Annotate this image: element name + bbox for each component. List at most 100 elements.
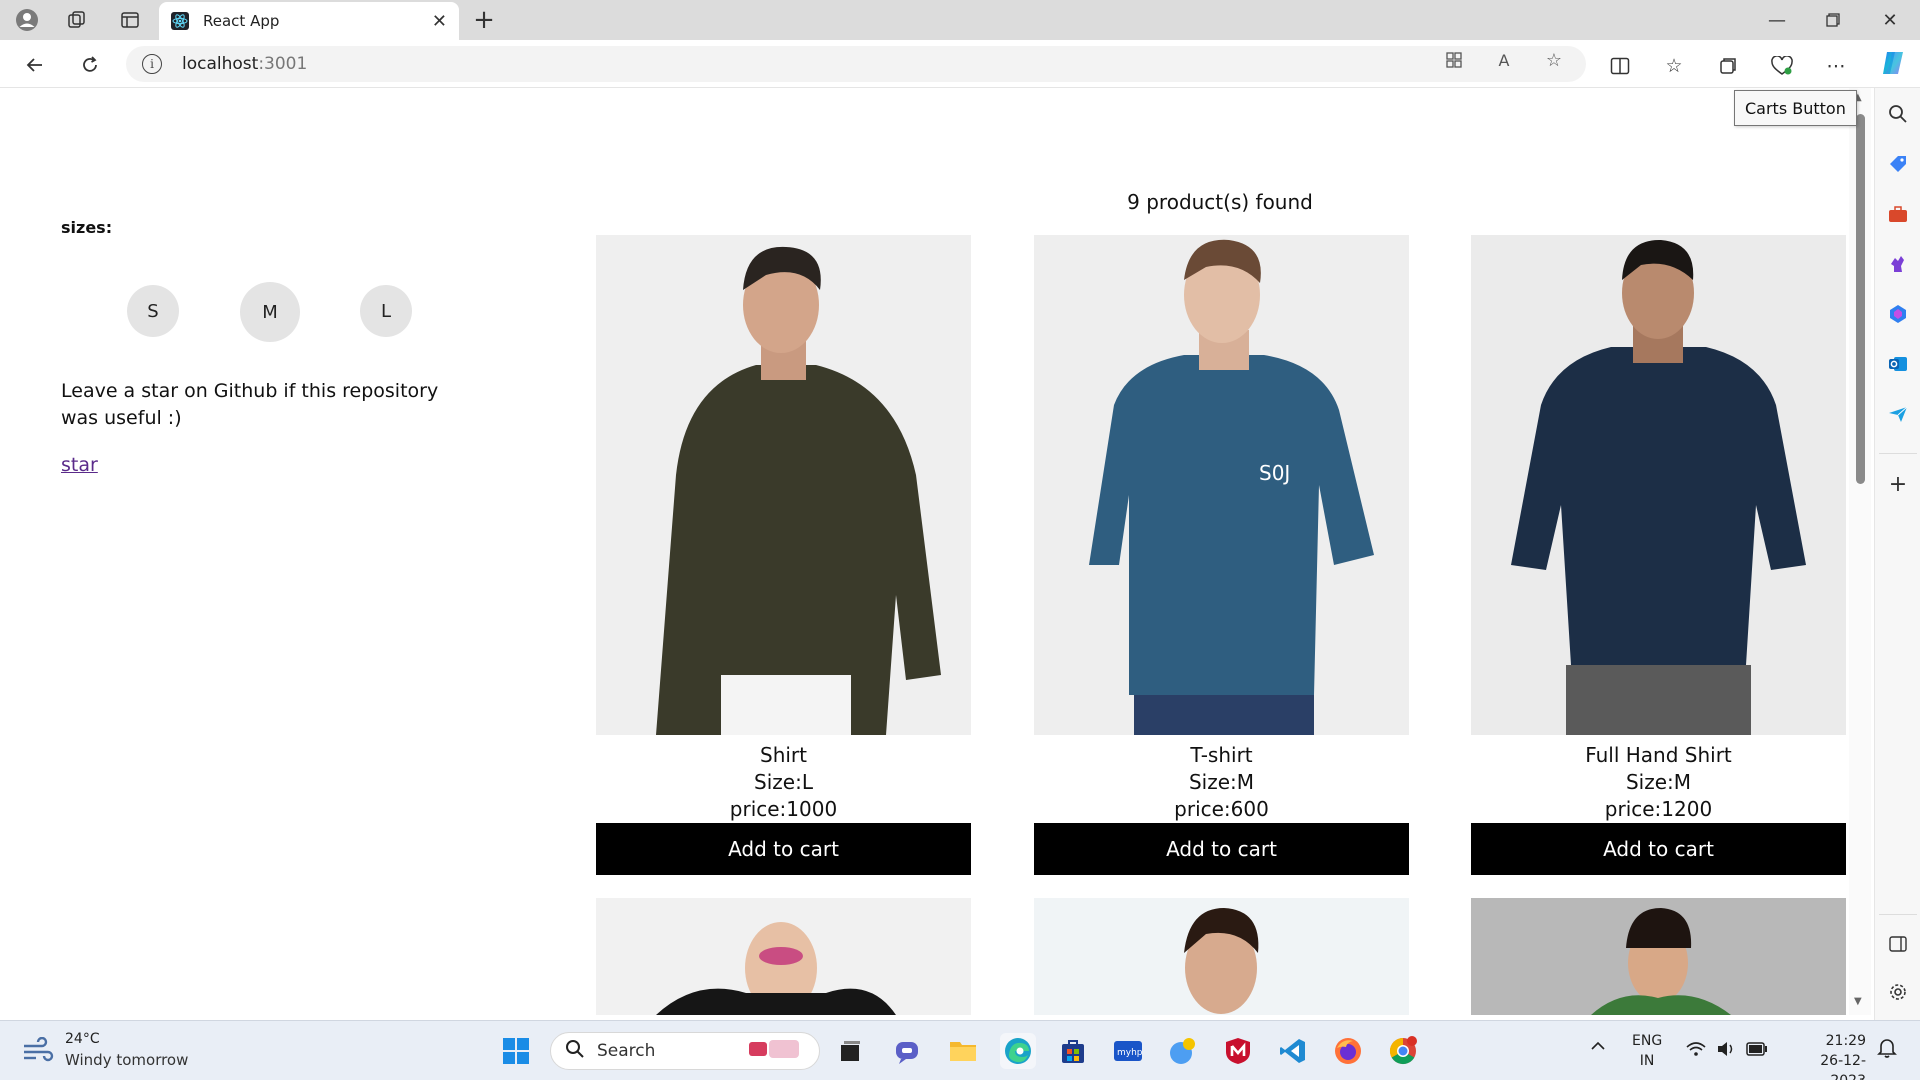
vscode-icon[interactable] [1275,1033,1311,1069]
add-to-cart-button[interactable]: Add to cart [596,823,971,875]
size-filter-s[interactable]: S [127,285,179,337]
clock-time: 21:29 [1825,1033,1866,1049]
product-card: S0J T-shirt Size:M price:600 Add to cart [1034,235,1409,875]
sidebar-settings-icon[interactable] [1886,980,1910,1004]
system-clock[interactable]: 21:29 26-12-2023 [1786,1031,1866,1080]
clock-date: 26-12-2023 [1820,1053,1866,1080]
scrollbar-thumb[interactable] [1856,114,1865,484]
copilot-icon[interactable] [1879,49,1907,77]
url-host: localhost [182,54,259,74]
wifi-icon[interactable] [1686,1041,1706,1061]
sidebar-divider [1879,453,1917,454]
product-size: Size:L [754,770,813,794]
product-price: price:1200 [1604,797,1713,821]
sidebar-divider [1879,914,1917,915]
search-highlight-icon [745,1036,805,1066]
taskbar-search[interactable]: Search [550,1032,820,1070]
product-image-partial [596,898,971,1015]
weather-description[interactable]: Windy tomorrow [65,1051,188,1069]
workspaces-icon[interactable] [63,6,91,34]
tab-actions-icon[interactable] [116,6,144,34]
screen: React App ✕ + — ✕ i localhost:3001 A ☆ ☆ [0,0,1920,1080]
tools-briefcase-icon[interactable] [1886,202,1910,226]
edge-sidebar: + [1874,88,1920,1020]
add-to-cart-button[interactable]: Add to cart [1471,823,1846,875]
size-filter-l[interactable]: L [360,285,412,337]
edge-browser-icon[interactable] [1000,1033,1036,1069]
language-code: ENG [1632,1033,1663,1049]
send-drop-icon[interactable] [1886,402,1910,426]
add-to-cart-button[interactable]: Add to cart [1034,823,1409,875]
new-tab-icon[interactable]: + [470,5,498,35]
page-scrollbar[interactable]: ▲ ▼ [1849,88,1871,1015]
product-price: price:600 [1174,797,1269,821]
more-options-icon[interactable]: ⋯ [1822,52,1850,80]
teams-chat-icon[interactable] [889,1033,925,1069]
split-screen-icon[interactable] [1606,52,1634,80]
product-image [1471,235,1846,735]
battery-icon[interactable] [1746,1042,1768,1060]
app-available-icon[interactable] [1442,48,1466,72]
hide-sidebar-icon[interactable] [1886,932,1910,956]
volume-icon[interactable] [1716,1041,1736,1061]
browser-essentials-icon[interactable] [1768,52,1796,80]
task-view-icon[interactable] [832,1033,868,1069]
shopping-tag-icon[interactable] [1886,152,1910,176]
product-image [596,235,971,735]
address-bar[interactable]: i localhost:3001 [126,46,1586,82]
file-explorer-icon[interactable] [945,1033,981,1069]
product-name: T-shirt [1190,743,1253,767]
weather-windy-icon[interactable] [22,1036,54,1063]
site-info-icon[interactable]: i [142,54,162,74]
microsoft-store-icon[interactable] [1055,1033,1091,1069]
show-hidden-icons[interactable] [1590,1039,1606,1055]
products-found-count: 9 product(s) found [1127,190,1313,214]
back-icon[interactable] [20,50,50,80]
search-icon[interactable] [1886,102,1910,126]
windows-start-icon[interactable] [498,1033,534,1069]
product-card: Full Hand Shirt Size:M price:1200 Add to… [1471,235,1846,875]
firefox-icon[interactable] [1330,1033,1366,1069]
product-size: Size:M [1625,770,1692,794]
svg-text:myhp: myhp [1117,1048,1143,1058]
onenote-weather-icon[interactable] [1165,1033,1201,1069]
product-image-partial [1034,898,1409,1015]
favorites-icon[interactable]: ☆ [1660,52,1688,80]
carts-button-tooltip: Carts Button [1734,90,1857,126]
product-name: Shirt [760,743,807,767]
product-size: Size:M [1188,770,1255,794]
outlook-icon[interactable] [1886,352,1910,376]
search-label: Search [597,1041,656,1061]
tab-react-app[interactable]: React App ✕ [159,2,459,40]
product-image-partial [1471,898,1846,1015]
github-star-link[interactable]: star [61,454,98,476]
microsoft-365-icon[interactable] [1886,302,1910,326]
collections-icon[interactable] [1714,52,1742,80]
close-window-icon[interactable]: ✕ [1870,6,1910,34]
notifications-icon[interactable] [1877,1037,1897,1063]
myhp-icon[interactable]: myhp [1110,1033,1146,1069]
refresh-icon[interactable] [75,50,105,80]
profile-icon[interactable] [13,6,41,34]
restore-icon[interactable] [1813,6,1853,34]
weather-temperature[interactable]: 24°C [65,1031,100,1047]
search-icon [565,1039,585,1063]
product-price: price:1000 [729,797,838,821]
language-indicator[interactable]: ENG IN [1632,1031,1662,1071]
product-image: S0J [1034,235,1409,735]
size-filter-m[interactable]: M [240,282,300,342]
games-icon[interactable] [1886,252,1910,276]
mcafee-icon[interactable] [1220,1033,1256,1069]
browser-toolbar: i localhost:3001 A ☆ ☆ ⋯ [0,40,1920,88]
chrome-icon[interactable] [1385,1033,1421,1069]
favorite-star-icon[interactable]: ☆ [1542,48,1566,72]
add-sidebar-app-icon[interactable]: + [1886,472,1910,497]
windows-taskbar: 24°C Windy tomorrow Search myhp ENG IN 2… [0,1020,1920,1080]
react-logo-icon [171,12,189,30]
product-card: Shirt Size:L price:1000 Add to cart [596,235,971,875]
close-tab-icon[interactable]: ✕ [432,11,447,32]
scroll-down-icon[interactable]: ▼ [1854,996,1862,1007]
read-aloud-icon[interactable]: A [1492,48,1516,72]
minimize-icon[interactable]: — [1757,6,1797,34]
browser-tab-strip: React App ✕ + — ✕ [0,0,1920,40]
